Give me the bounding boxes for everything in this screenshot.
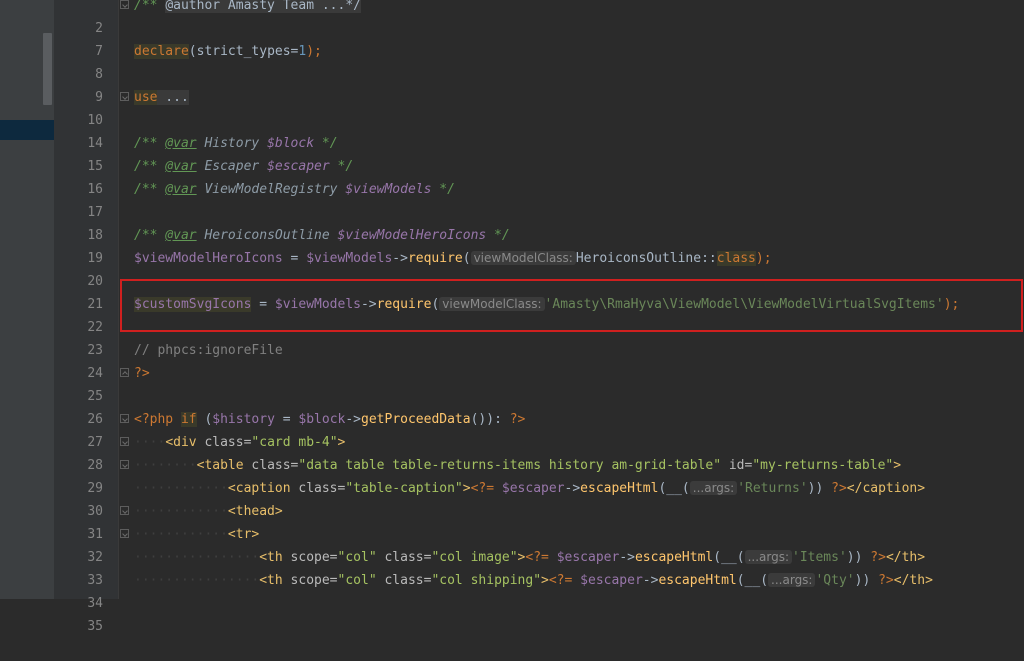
fold-toggle-icon[interactable]: [120, 437, 129, 446]
code-line: 24 // phpcs:ignoreFile: [87, 339, 282, 381]
line-number: 33: [87, 573, 103, 588]
fold-toggle-icon[interactable]: [120, 529, 129, 538]
code-line: 8 declare(strict_types=1);: [95, 40, 322, 82]
line-number: 15: [87, 159, 103, 174]
code-line: 2 /** @author Amasty Team ...*/: [95, 0, 361, 36]
fold-toggle-icon[interactable]: [120, 506, 129, 515]
line-number: 27: [87, 435, 103, 450]
line-number: 8: [95, 67, 103, 82]
line-number: 9: [95, 90, 103, 105]
code-line: 20 $viewModelHeroIcons = $viewModels->re…: [87, 247, 772, 289]
parameter-hint: ...args:: [689, 481, 738, 495]
line-number: 23: [87, 343, 103, 358]
line-number: 17: [87, 205, 103, 220]
line-number: 21: [87, 297, 103, 312]
code-line: 14: [87, 109, 150, 151]
code-line: 27 <?php if ($history = $block->getProce…: [87, 408, 525, 450]
fold-toggle-icon[interactable]: [120, 368, 129, 377]
code-line: 10 use ...: [87, 86, 189, 128]
code-line: 18: [87, 201, 150, 243]
line-number: 2: [95, 21, 103, 36]
line-number: 19: [87, 251, 103, 266]
code-line: 16 /** @var Escaper $escaper */: [87, 155, 353, 197]
code-line: 33 ················<th scope="col" class…: [87, 546, 925, 588]
code-line: 32 ············<tr>: [87, 523, 259, 565]
line-number: 14: [87, 136, 103, 151]
fold-toggle-icon[interactable]: [120, 0, 129, 9]
code-line: 9: [95, 63, 150, 105]
line-number: 28: [87, 458, 103, 473]
line-number: 7: [95, 44, 103, 59]
line-number: 25: [87, 389, 103, 404]
code-line: 19 /** @var HeroiconsOutline $viewModelH…: [87, 224, 509, 266]
code-line: 7: [95, 17, 150, 59]
line-number: 24: [87, 366, 103, 381]
fold-toggle-icon[interactable]: [120, 414, 129, 423]
code-line: 31 ············<thead>: [87, 500, 282, 542]
line-number: 32: [87, 550, 103, 565]
fold-toggle-icon[interactable]: [120, 92, 129, 101]
code-line: 30 ············<caption class="table-cap…: [87, 477, 925, 519]
code-line: 25 ?>: [87, 362, 150, 404]
line-number: 16: [87, 182, 103, 197]
parameter-hint: ...args:: [744, 550, 792, 564]
line-number: 26: [87, 412, 103, 427]
folded-region[interactable]: ...: [157, 90, 189, 105]
line-number: 31: [87, 527, 103, 542]
parameter-hint: viewModelClass:: [470, 251, 576, 265]
line-number: 29: [87, 481, 103, 496]
code-line: 35: [87, 592, 150, 634]
highlight-annotation-box: [120, 279, 1023, 332]
code-line: 15 /** @var History $block */: [87, 132, 337, 174]
line-number: 18: [87, 228, 103, 243]
line-number: 22: [87, 320, 103, 335]
line-number: 34: [87, 596, 103, 611]
line-number: 35: [87, 619, 103, 634]
code-line: 29 ········<table class="data table tabl…: [87, 454, 901, 496]
code-line: 17 /** @var ViewModelRegistry $viewModel…: [87, 178, 455, 220]
fold-toggle-icon[interactable]: [120, 460, 129, 469]
code-line: 34 ················<th scope="col" class…: [87, 569, 933, 611]
folded-region[interactable]: @author Amasty Team ...*/: [165, 0, 361, 13]
line-number: 10: [87, 113, 103, 128]
code-line: 28 ····<div class="card mb-4">: [87, 431, 345, 473]
line-number: 20: [87, 274, 103, 289]
code-line: 26: [87, 385, 150, 427]
parameter-hint: ...args:: [768, 573, 816, 587]
line-number: 30: [87, 504, 103, 519]
